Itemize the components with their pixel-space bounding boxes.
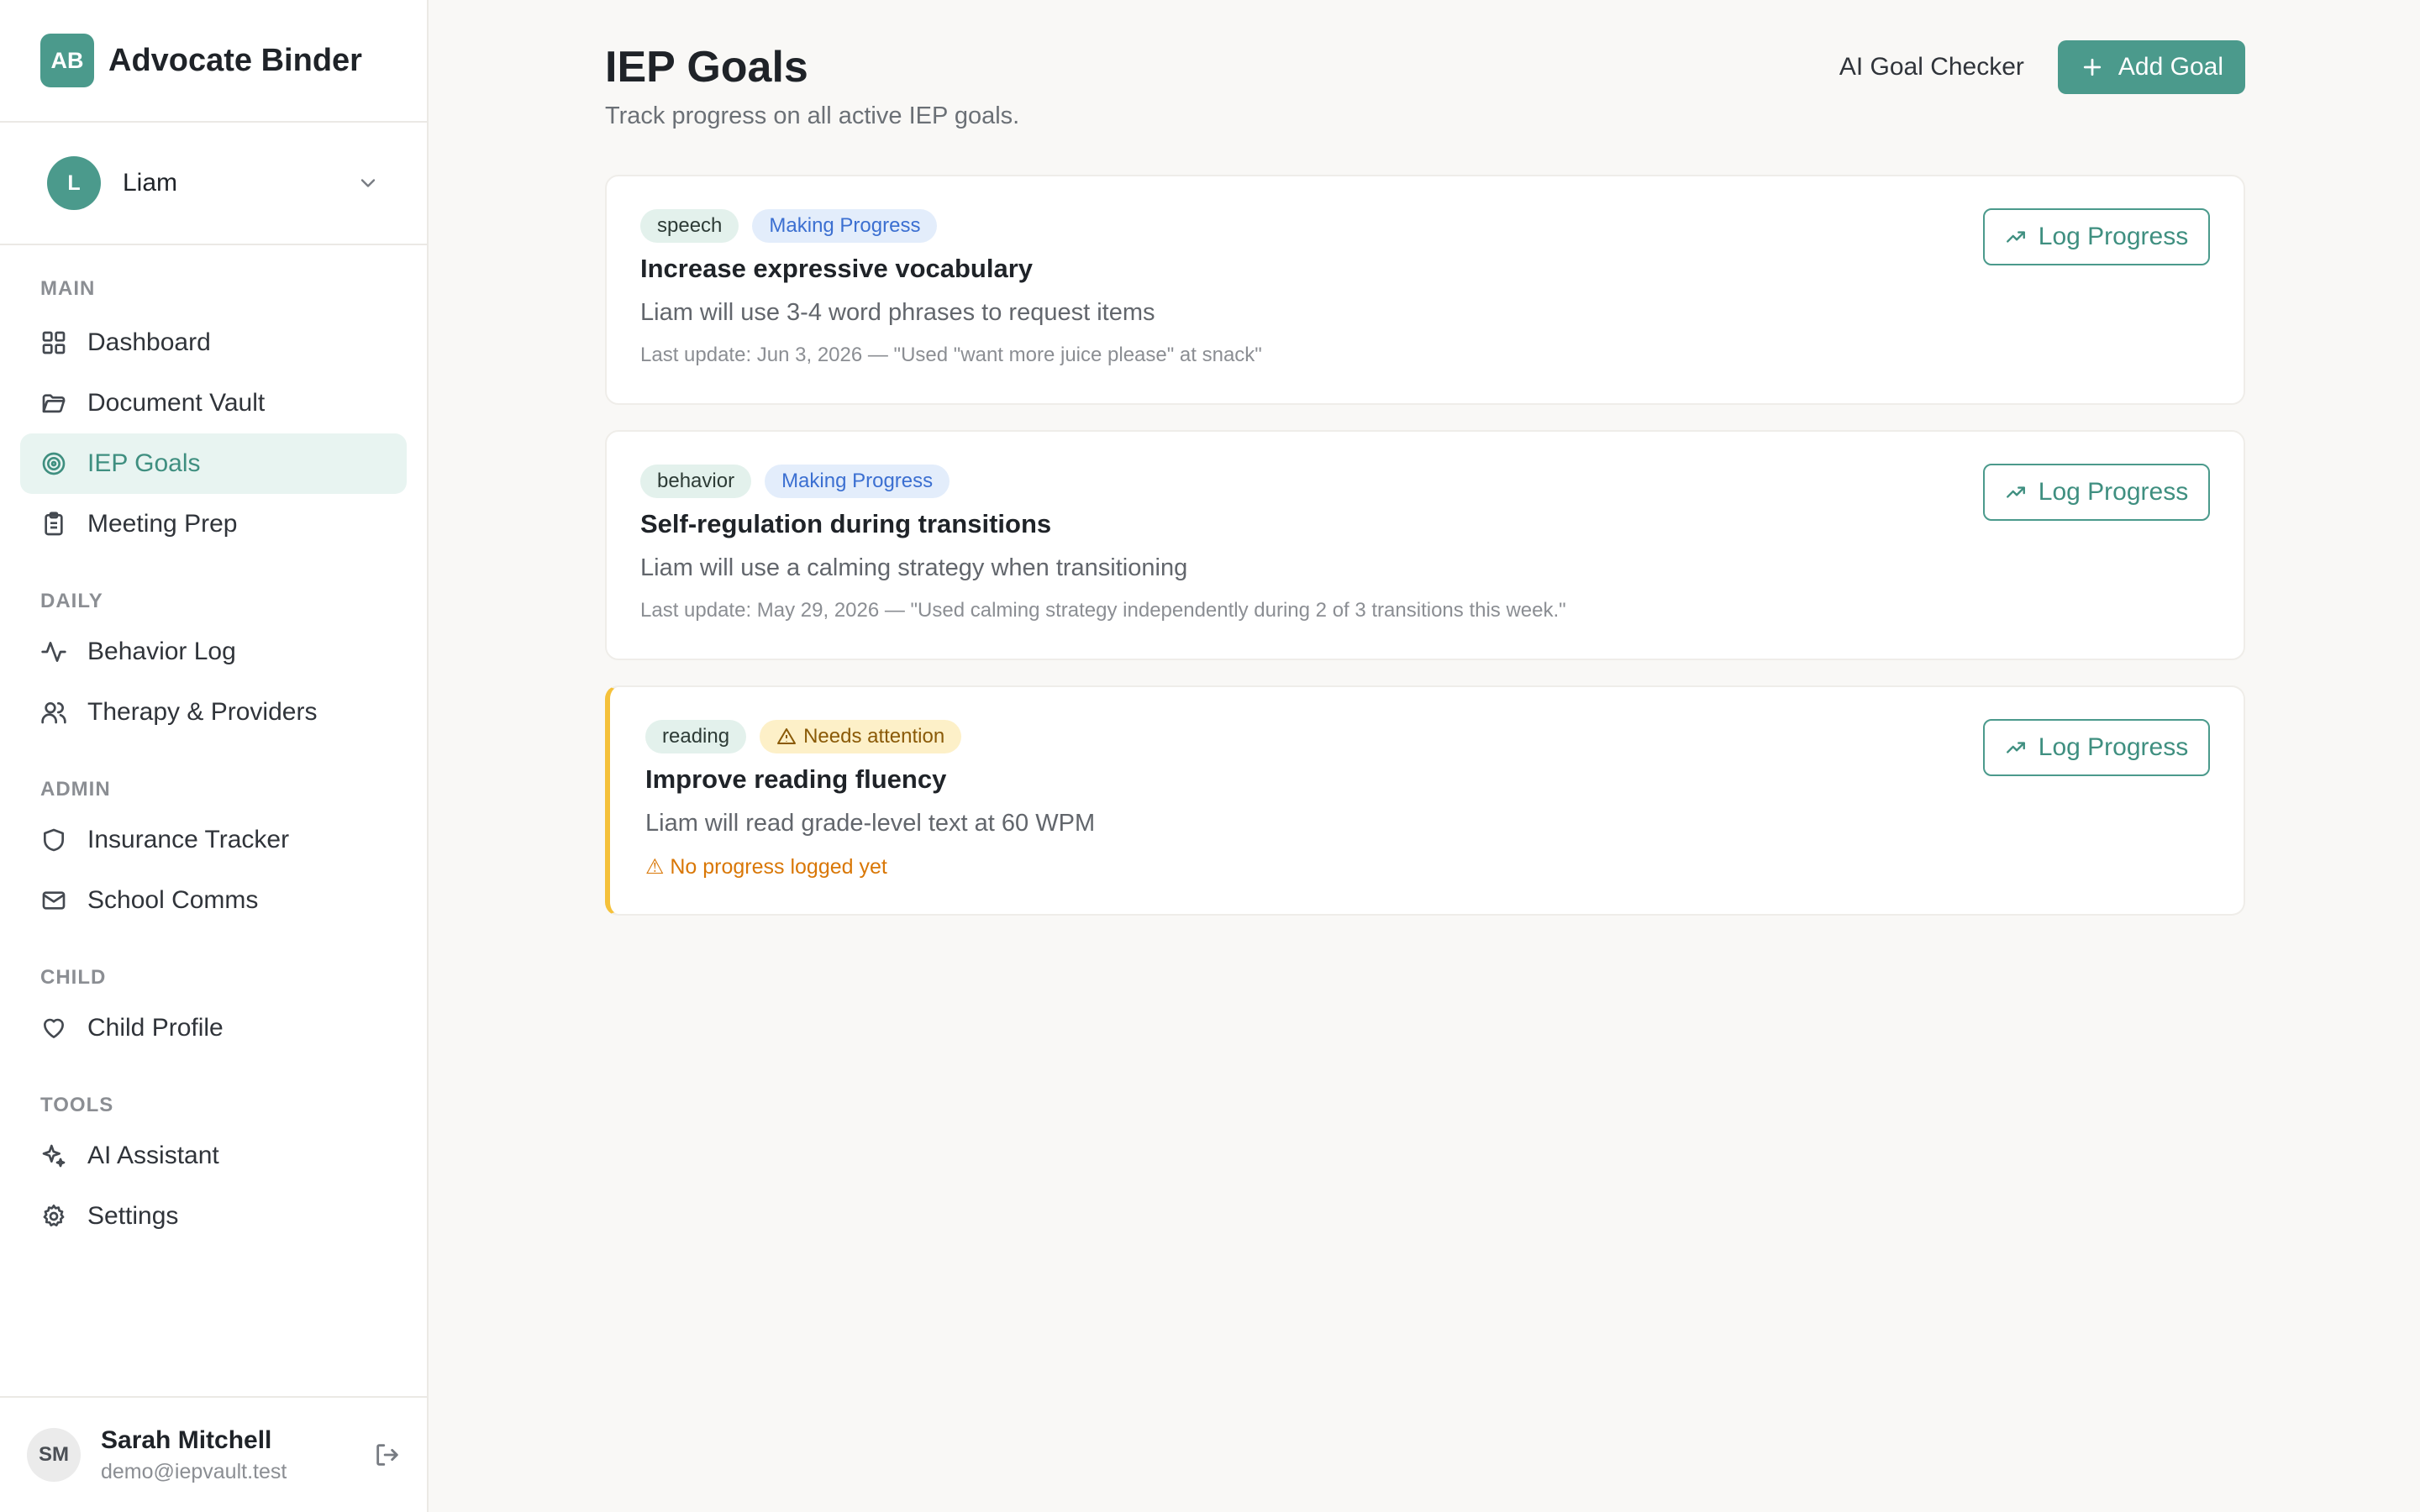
log-progress-button[interactable]: Log Progress	[1983, 208, 2210, 265]
sidebar-item-settings[interactable]: Settings	[20, 1186, 407, 1247]
user-email: demo@iepvault.test	[101, 1459, 287, 1483]
sidebar-item-label: IEP Goals	[87, 449, 201, 477]
goal-last-update: Last update: May 29, 2026 — "Used calmin…	[640, 599, 1566, 622]
brand-logo: AB	[40, 34, 94, 87]
main-content: IEP Goals Track progress on all active I…	[605, 0, 2245, 941]
sidebar-item-label: Document Vault	[87, 389, 266, 417]
status-badge: Making Progress	[752, 209, 938, 243]
sidebar-item-document-vault[interactable]: Document Vault	[20, 373, 407, 433]
plus-icon	[2083, 58, 2102, 76]
goal-card: behavior Making Progress Self-regulation…	[605, 430, 2245, 660]
shield-icon	[44, 828, 64, 852]
brand[interactable]: AB Advocate Binder	[0, 0, 427, 123]
user-profile: SM Sarah Mitchell demo@iepvault.test	[0, 1396, 427, 1512]
sidebar-item-label: Dashboard	[87, 328, 211, 356]
sidebar-item-label: Child Profile	[87, 1014, 224, 1042]
goal-card: speech Making Progress Increase expressi…	[605, 175, 2245, 405]
log-progress-button[interactable]: Log Progress	[1983, 464, 2210, 521]
sidebar-item-label: School Comms	[87, 886, 259, 914]
nav-section-daily: DAILY	[40, 590, 103, 612]
nav-section-child: CHILD	[40, 966, 107, 989]
sidebar-item-ai-assistant[interactable]: AI Assistant	[20, 1126, 407, 1186]
sparkles-icon	[42, 1144, 66, 1168]
trending-up-icon	[2006, 486, 2025, 498]
user-name: Sarah Mitchell	[101, 1425, 272, 1454]
log-progress-button[interactable]: Log Progress	[1983, 719, 2210, 776]
sidebar-item-label: Meeting Prep	[87, 510, 238, 538]
logout-icon[interactable]	[373, 1441, 402, 1469]
category-badge: behavior	[640, 465, 752, 498]
ai-goal-checker-button[interactable]: AI Goal Checker	[1839, 53, 2024, 81]
nav-section-main: MAIN	[40, 277, 96, 300]
add-goal-label: Add Goal	[2118, 53, 2223, 81]
sidebar-item-child-profile[interactable]: Child Profile	[20, 998, 407, 1058]
sidebar-item-meeting-prep[interactable]: Meeting Prep	[20, 494, 407, 554]
child-selector[interactable]: L Liam	[0, 123, 427, 245]
sidebar-item-label: AI Assistant	[87, 1142, 219, 1169]
warning-icon	[777, 728, 797, 744]
sidebar-item-iep-goals[interactable]: IEP Goals	[20, 433, 407, 494]
page-header: IEP Goals Track progress on all active I…	[605, 0, 2245, 175]
mail-icon	[42, 891, 66, 910]
gear-icon	[43, 1205, 65, 1226]
category-badge: reading	[645, 720, 747, 753]
child-avatar: L	[47, 156, 101, 210]
sidebar-item-label: Behavior Log	[87, 638, 236, 665]
dashboard-icon	[42, 331, 66, 354]
attention-badge: Needs attention	[760, 720, 962, 753]
page-title: IEP Goals	[605, 43, 808, 92]
child-name: Liam	[123, 169, 178, 197]
sidebar-item-insurance-tracker[interactable]: Insurance Tracker	[20, 810, 407, 870]
header-actions: AI Goal Checker Add Goal	[1839, 40, 2245, 94]
log-progress-label: Log Progress	[2038, 478, 2189, 506]
avatar: SM	[27, 1428, 81, 1482]
sidebar-item-behavior-log[interactable]: Behavior Log	[20, 622, 407, 682]
sidebar-item-school-comms[interactable]: School Comms	[20, 870, 407, 931]
category-badge: speech	[640, 209, 739, 243]
heart-icon	[44, 1018, 64, 1038]
users-icon	[41, 702, 66, 724]
sidebar-item-dashboard[interactable]: Dashboard	[20, 312, 407, 373]
add-goal-button[interactable]: Add Goal	[2057, 40, 2245, 94]
sidebar-item-label: Insurance Tracker	[87, 826, 290, 853]
log-progress-label: Log Progress	[2038, 223, 2189, 250]
nav-section-tools: TOOLS	[40, 1094, 114, 1116]
attention-label: Needs attention	[803, 725, 945, 748]
user-info: Sarah Mitchell demo@iepvault.test	[101, 1426, 373, 1484]
trending-up-icon	[2006, 231, 2025, 243]
chevron-down-icon	[360, 179, 376, 187]
clipboard-icon	[45, 512, 63, 536]
folder-open-icon	[42, 394, 66, 413]
no-progress-warning: ⚠ No progress logged yet	[645, 855, 887, 879]
goal-card-needs-attention: reading Needs attention Improve reading …	[605, 685, 2245, 916]
trending-up-icon	[2006, 742, 2025, 753]
goal-description: Liam will use a calming strategy when tr…	[640, 554, 1188, 581]
log-progress-label: Log Progress	[2038, 733, 2189, 761]
goal-description: Liam will read grade-level text at 60 WP…	[645, 810, 1096, 837]
activity-icon	[41, 642, 66, 662]
sidebar-item-label: Therapy & Providers	[87, 698, 318, 726]
sidebar-item-therapy-providers[interactable]: Therapy & Providers	[20, 682, 407, 743]
page-subtitle: Track progress on all active IEP goals.	[605, 102, 1020, 129]
goal-description: Liam will use 3-4 word phrases to reques…	[640, 299, 1155, 326]
nav-section-admin: ADMIN	[40, 778, 111, 801]
sidebar-item-label: Settings	[87, 1202, 179, 1230]
goal-last-update: Last update: Jun 3, 2026 — "Used "want m…	[640, 344, 1262, 366]
target-icon	[42, 452, 66, 475]
brand-name: Advocate Binder	[108, 42, 362, 78]
sidebar: AB Advocate Binder L Liam MAIN Dashboard…	[0, 0, 429, 1512]
status-badge: Making Progress	[765, 465, 950, 498]
